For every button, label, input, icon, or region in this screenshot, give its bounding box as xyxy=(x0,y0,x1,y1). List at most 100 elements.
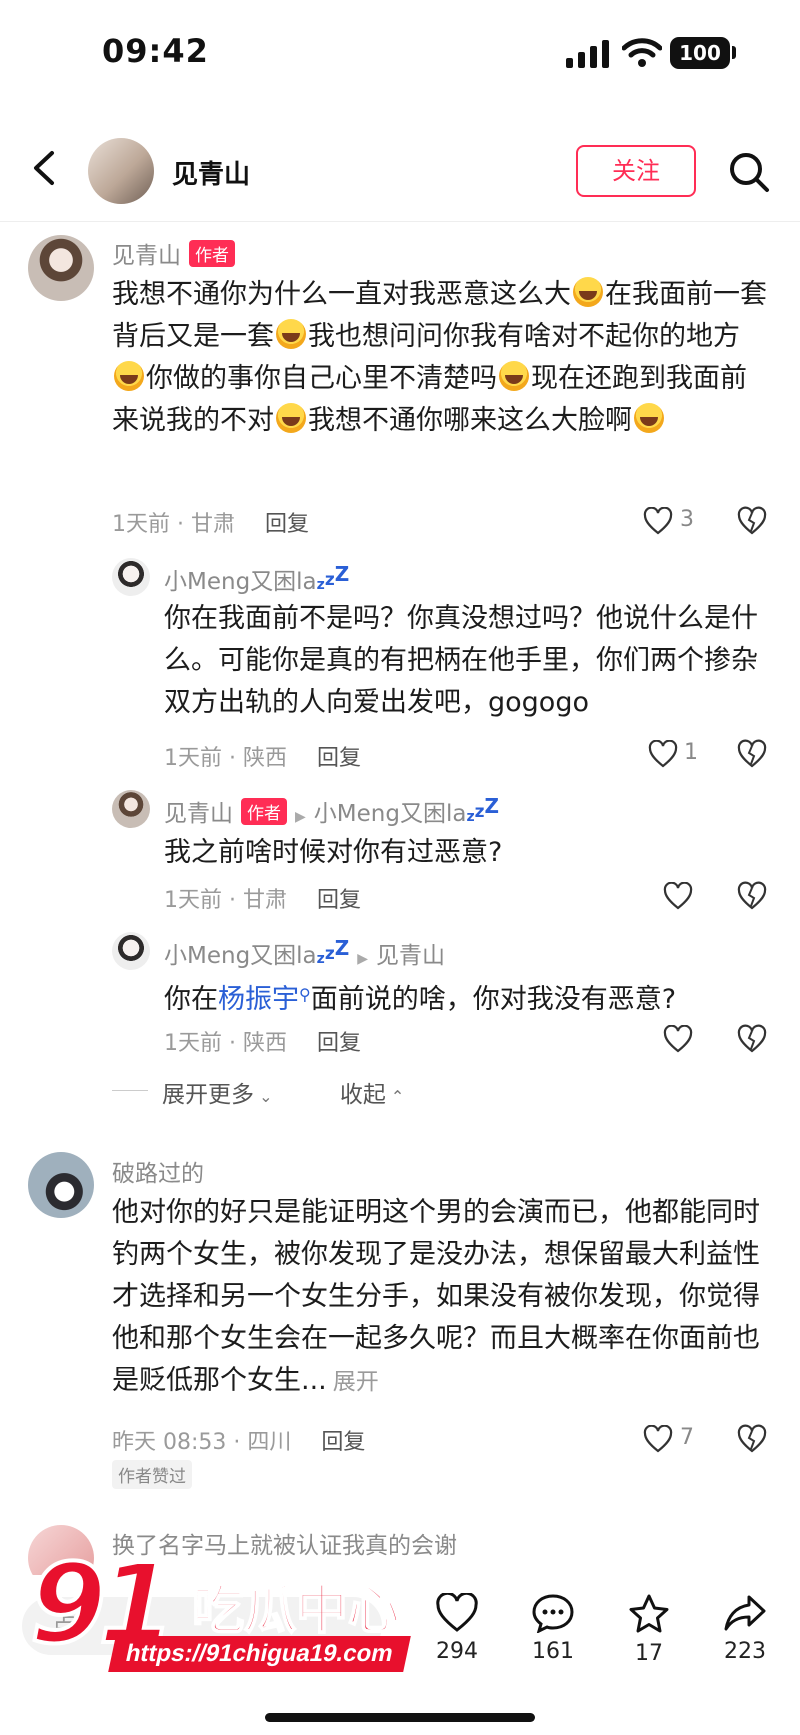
expand-text-button[interactable]: 展开 xyxy=(333,1369,379,1395)
dislike-broken-heart-icon[interactable] xyxy=(737,506,767,536)
star-action[interactable]: 17 xyxy=(609,1593,689,1666)
status-time: 09:42 xyxy=(102,32,209,70)
comment-text: 我想不通你为什么一直对我恶意这么大 在我面前一套背后又是一套 我也想问问你我有啥对不… xyxy=(112,274,772,442)
search-icon[interactable] xyxy=(727,150,771,194)
sleep-zz-icon: zzZ xyxy=(466,794,500,825)
heart-icon xyxy=(436,1593,478,1632)
author-avatar[interactable] xyxy=(88,138,154,204)
profile-header: 见青山 关注 xyxy=(0,110,800,222)
wifi-icon xyxy=(622,38,662,67)
watermark-logo: 91 吃瓜中心 https://91chigua19.com xyxy=(20,1538,420,1680)
like-count: 294 xyxy=(436,1639,478,1664)
collapse-button[interactable]: 收起 xyxy=(340,1082,386,1108)
reply-button[interactable]: 回复 xyxy=(317,746,361,771)
replier-avatar[interactable] xyxy=(112,932,150,970)
text-segment: 你在 xyxy=(164,984,218,1015)
text-segment: 我想不通你哪来这么大脸啊 xyxy=(308,405,632,436)
text-segment: 我想不通你为什么一直对我恶意这么大 xyxy=(112,279,571,310)
reply-time: 1天前 · 甘肃 xyxy=(164,888,287,913)
reply-time: 1天前 · 陕西 xyxy=(164,1031,287,1056)
like-action[interactable]: 294 xyxy=(417,1593,497,1664)
author-liked-badge: 作者赞过 xyxy=(112,1460,192,1489)
battery-tip xyxy=(732,46,736,59)
comment-action[interactable]: 161 xyxy=(513,1593,593,1664)
crying-laughing-emoji-icon xyxy=(114,361,144,391)
reply-meta: 1天前 · 甘肃 回复 xyxy=(164,882,361,914)
chevron-down-icon: ⌄ xyxy=(254,1087,273,1106)
reply-meta: 1天前 · 陕西 回复 xyxy=(164,1025,361,1057)
chevron-up-icon: ⌃ xyxy=(385,1087,405,1106)
like-icon[interactable] xyxy=(643,1425,673,1453)
commenter-name[interactable]: 破路过的 xyxy=(112,1154,204,1188)
reply-button[interactable]: 回复 xyxy=(265,512,309,537)
like-count: 3 xyxy=(680,507,694,532)
share-count: 223 xyxy=(724,1639,766,1664)
dislike-broken-heart-icon[interactable] xyxy=(737,881,767,911)
like-icon[interactable] xyxy=(643,507,673,535)
like-icon[interactable] xyxy=(648,740,678,768)
replier-name[interactable]: 小Meng又困lazzZ ▶ 见青山 xyxy=(164,936,445,970)
reply-button[interactable]: 回复 xyxy=(321,1430,365,1455)
crying-laughing-emoji-icon xyxy=(276,319,306,349)
dislike-broken-heart-icon[interactable] xyxy=(737,739,767,769)
replier-avatar[interactable] xyxy=(112,790,150,828)
author-badge: 作者 xyxy=(189,240,235,267)
author-name[interactable]: 见青山 xyxy=(172,154,250,191)
status-bar: 09:42 100 xyxy=(0,0,800,110)
text-segment: 我也想问问你我有啥对不起你的地方 xyxy=(308,321,740,352)
watermark-url: https://91chigua19.com xyxy=(108,1636,411,1672)
text-segment: 面前说的啥，你对我没有恶意? xyxy=(310,984,677,1015)
replier-name-text: 小Meng又困la xyxy=(164,943,317,969)
comment-text: 他对你的好只是能证明这个男的会演而已，他都能同时钓两个女生，被你发现了是没办法，… xyxy=(112,1192,772,1403)
comment-time: 1天前 · 甘肃 xyxy=(112,512,235,537)
dislike-broken-heart-icon[interactable] xyxy=(737,1424,767,1454)
reply-to-name[interactable]: 见青山 xyxy=(376,943,445,969)
share-action[interactable]: 223 xyxy=(705,1593,785,1664)
search-mention-icon[interactable]: ⚲ xyxy=(299,985,311,1004)
back-icon[interactable] xyxy=(30,150,58,186)
home-indicator xyxy=(265,1713,535,1722)
battery-indicator: 100 xyxy=(670,37,730,69)
cellular-signal-icon xyxy=(566,40,609,68)
sleep-zz-icon: zzZ xyxy=(316,562,350,593)
crying-laughing-emoji-icon xyxy=(499,361,529,391)
reply-text: 你在杨振宇⚲面前说的啥，你对我没有恶意? xyxy=(164,974,774,1021)
reply-to-arrow-icon: ▶ xyxy=(357,951,369,967)
commenter-name-text: 见青山 xyxy=(112,243,181,269)
like-count: 1 xyxy=(684,740,698,765)
replier-name-text: 小Meng又困la xyxy=(164,569,317,595)
mention-link[interactable]: 杨振宇 xyxy=(218,984,299,1015)
star-count: 17 xyxy=(635,1641,663,1666)
reply-time: 1天前 · 陕西 xyxy=(164,746,287,771)
replier-name-text: 见青山 xyxy=(164,801,233,827)
commenter-avatar[interactable] xyxy=(28,235,94,301)
replier-name[interactable]: 小Meng又困lazzZ xyxy=(164,562,349,596)
expand-divider xyxy=(112,1090,148,1091)
dislike-broken-heart-icon[interactable] xyxy=(737,1024,767,1054)
sleep-zz-icon: zzZ xyxy=(316,936,350,967)
share-arrow-icon xyxy=(724,1595,766,1631)
expand-row: 展开更多 ⌄ 收起 ⌃ xyxy=(162,1075,404,1109)
reply-meta: 1天前 · 陕西 回复 xyxy=(164,740,361,772)
commenter-name[interactable]: 见青山 作者 xyxy=(112,236,235,270)
comment-time: 昨天 08:53 · 四川 xyxy=(112,1430,292,1455)
commenter-avatar[interactable] xyxy=(28,1152,94,1218)
like-count: 7 xyxy=(680,1425,694,1450)
replier-name[interactable]: 见青山 作者 ▶ 小Meng又困lazzZ xyxy=(164,794,499,828)
author-badge: 作者 xyxy=(241,798,287,825)
follow-button[interactable]: 关注 xyxy=(576,145,696,197)
reply-to-arrow-icon: ▶ xyxy=(295,809,306,825)
reply-button[interactable]: 回复 xyxy=(317,1031,361,1056)
watermark-text: 吃瓜中心 xyxy=(191,1580,401,1642)
crying-laughing-emoji-icon xyxy=(276,403,306,433)
comment-meta: 1天前 · 甘肃 回复 xyxy=(112,506,309,538)
replier-avatar[interactable] xyxy=(112,558,150,596)
comment-text-body: 他对你的好只是能证明这个男的会演而已，他都能同时钓两个女生，被你发现了是没办法，… xyxy=(112,1197,760,1396)
crying-laughing-emoji-icon xyxy=(573,277,603,307)
reply-to-name[interactable]: 小Meng又困la xyxy=(314,801,467,827)
expand-more-button[interactable]: 展开更多 xyxy=(162,1082,254,1108)
like-icon[interactable] xyxy=(663,1025,693,1053)
reply-text: 我之前啥时候对你有过恶意? xyxy=(164,837,503,868)
like-icon[interactable] xyxy=(663,882,693,910)
reply-button[interactable]: 回复 xyxy=(317,888,361,913)
